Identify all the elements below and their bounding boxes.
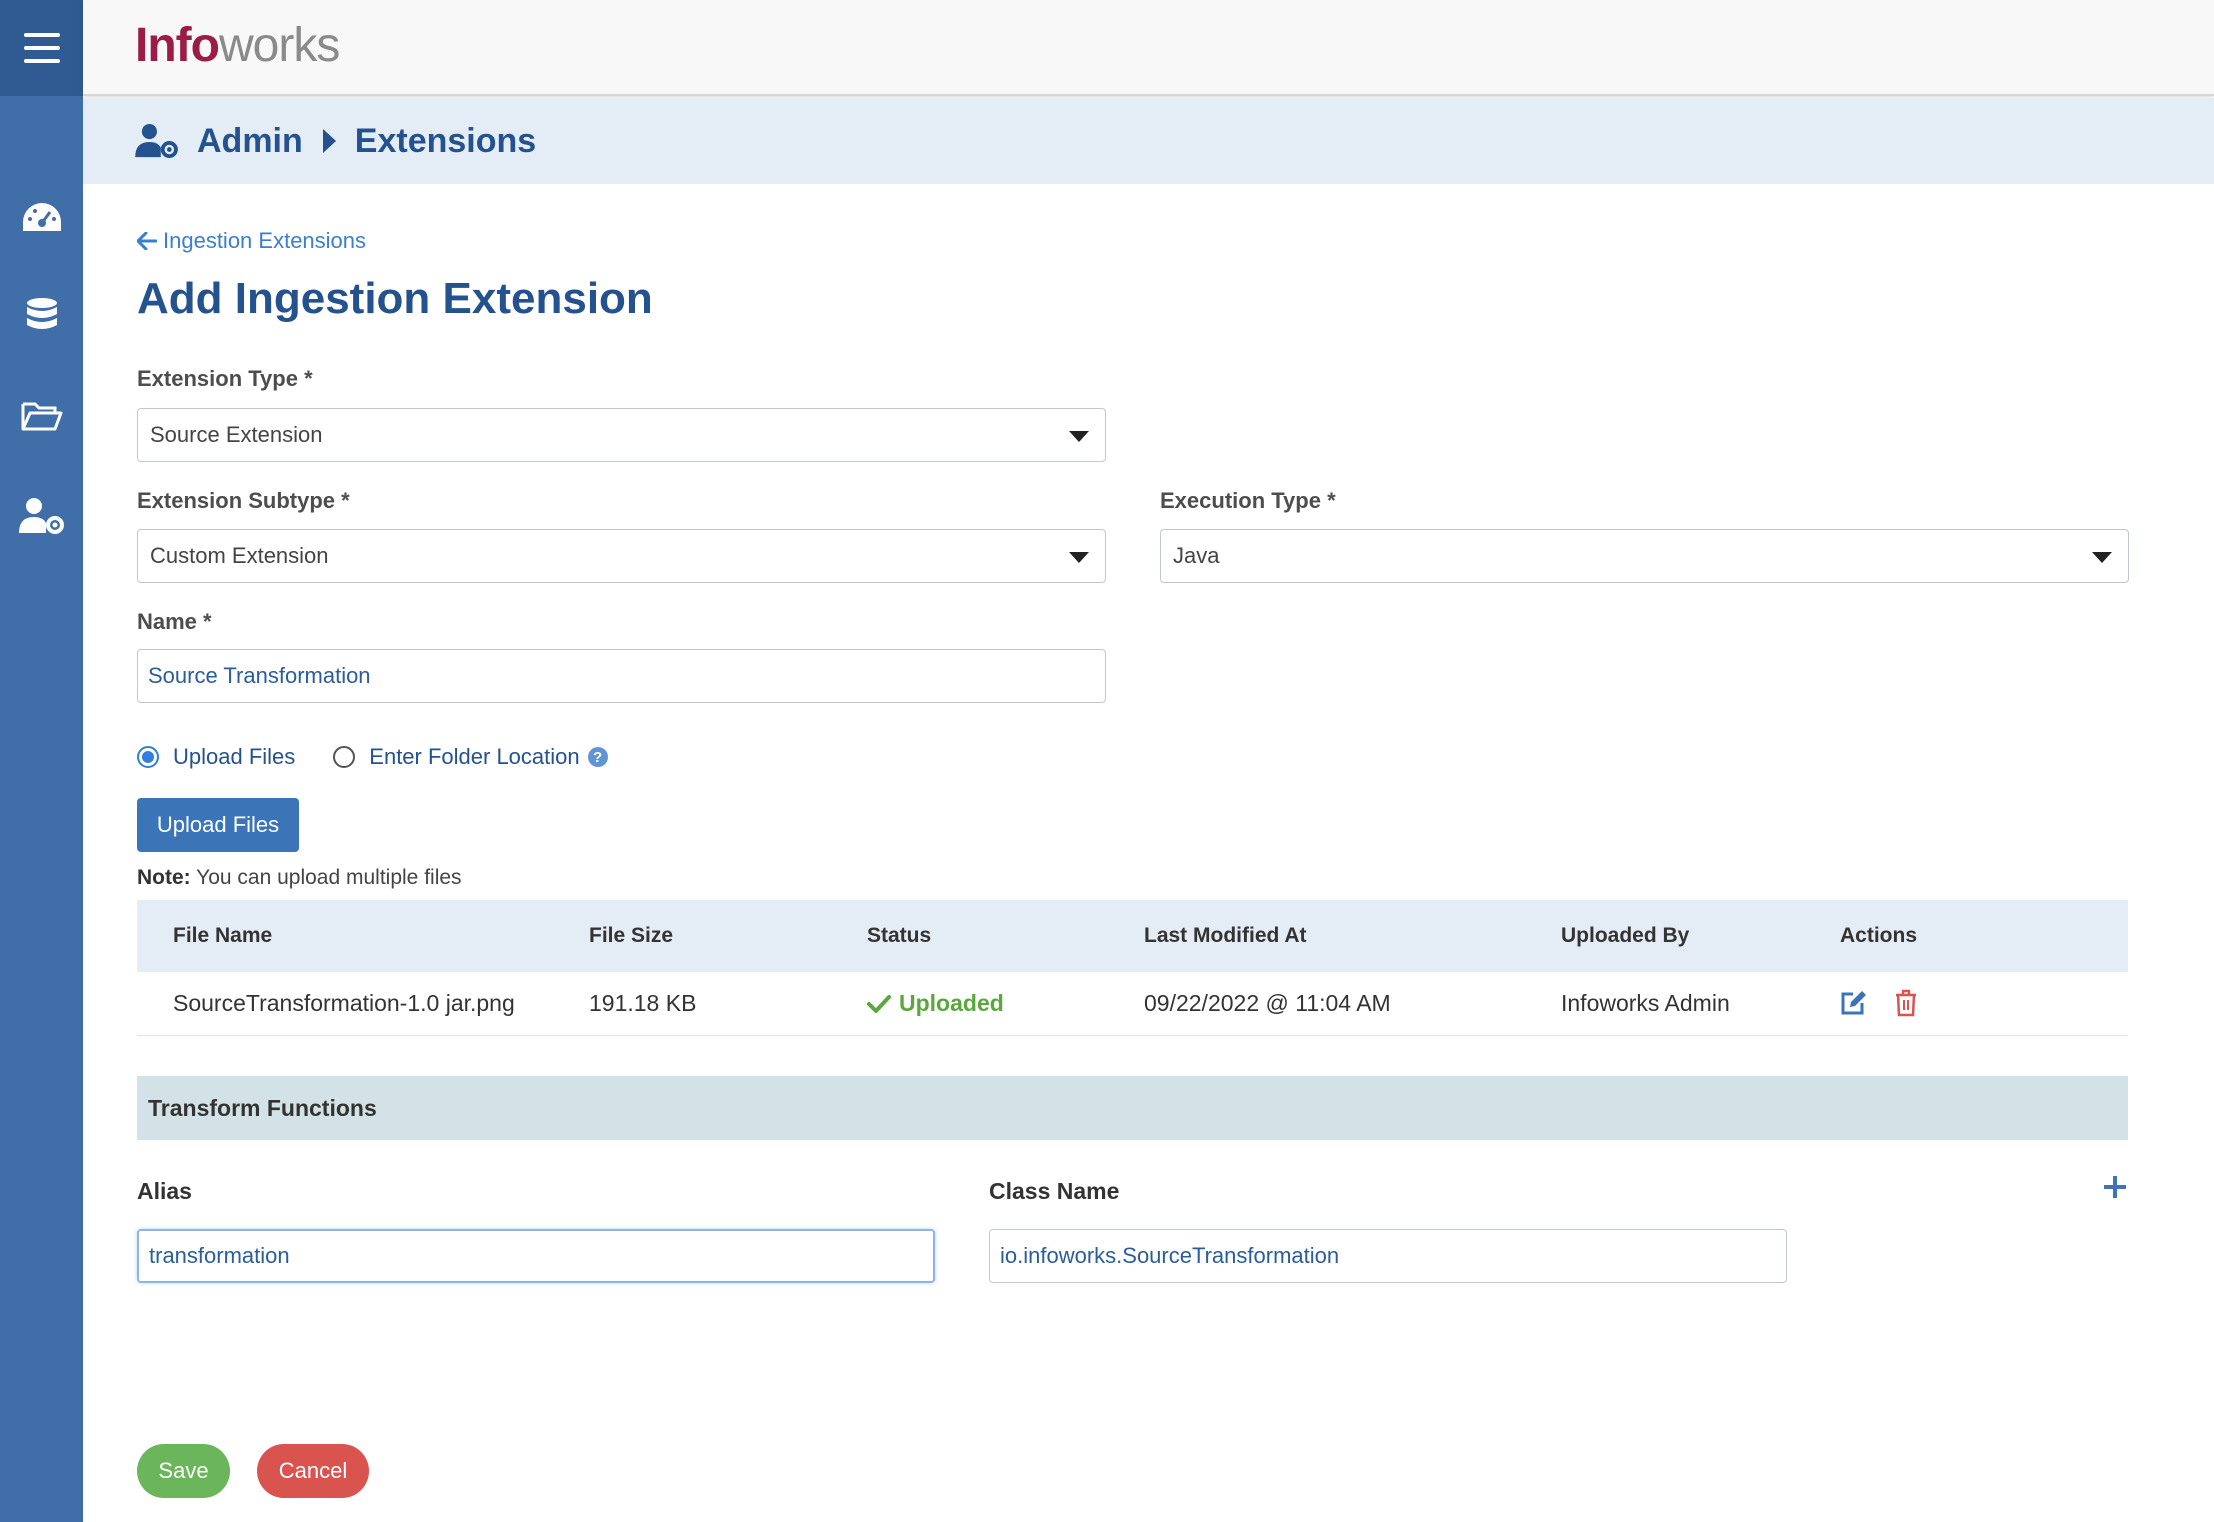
execution-type-select[interactable]: Java [1160, 529, 2129, 583]
breadcrumb-admin[interactable]: Admin [197, 122, 303, 161]
alias-input[interactable]: transformation [137, 1229, 935, 1283]
column-header-uploaded-by: Uploaded By [1561, 924, 1690, 947]
upload-files-radio-label[interactable]: Upload Files [173, 744, 295, 770]
table-header: File Name File Size Status Last Modified… [137, 900, 2128, 972]
class-name-column-label: Class Name [989, 1178, 1120, 1204]
caret-right-icon [322, 129, 336, 153]
page-title: Add Ingestion Extension [137, 274, 653, 323]
edit-button[interactable] [1840, 990, 1868, 1022]
admin-user-gear-icon [135, 123, 178, 159]
transform-functions-header: Transform Functions [137, 1076, 2128, 1140]
checkmark-icon [867, 994, 891, 1013]
edit-icon [1841, 991, 1866, 1015]
breadcrumb-extensions[interactable]: Extensions [355, 122, 536, 161]
file-name-cell: SourceTransformation-1.0 jar.png [173, 990, 515, 1016]
folder-location-radio[interactable] [333, 746, 356, 768]
execution-type-label: Execution Type * [1160, 488, 1336, 513]
sidebar [0, 0, 83, 1522]
file-size-cell: 191.18 KB [589, 990, 697, 1016]
upload-files-button[interactable]: Upload Files [137, 798, 299, 852]
chevron-down-icon [1069, 552, 1089, 563]
sidebar-item-dashboard[interactable] [0, 188, 83, 248]
save-button[interactable]: Save [137, 1444, 230, 1498]
extension-subtype-label: Extension Subtype * [137, 488, 350, 513]
extension-subtype-select[interactable]: Custom Extension [137, 529, 1106, 583]
upload-files-radio[interactable] [137, 746, 159, 768]
files-table: File Name File Size Status Last Modified… [137, 900, 2128, 1036]
last-modified-cell: 09/22/2022 @ 11:04 AM [1144, 990, 1391, 1016]
top-bar: Infoworks [83, 0, 2214, 96]
name-label: Name * [137, 609, 212, 634]
uploaded-by-cell: Infoworks Admin [1561, 990, 1730, 1016]
help-icon[interactable]: ? [587, 747, 608, 767]
plus-icon [2103, 1175, 2127, 1199]
sidebar-item-data-sources[interactable] [0, 286, 83, 346]
table-row: SourceTransformation-1.0 jar.png 191.18 … [137, 972, 2128, 1036]
column-header-status: Status [867, 924, 932, 947]
delete-button[interactable] [1894, 989, 1918, 1023]
upload-note: Note: You can upload multiple files [137, 866, 462, 889]
database-icon [26, 298, 57, 329]
chevron-down-icon [2092, 552, 2112, 563]
folder-location-radio-label[interactable]: Enter Folder Location [369, 744, 579, 770]
admin-user-gear-icon [18, 498, 64, 534]
column-header-actions: Actions [1840, 924, 1918, 947]
hamburger-icon [23, 33, 60, 63]
status-badge: Uploaded [867, 990, 1004, 1017]
sidebar-item-admin[interactable] [0, 486, 83, 546]
extension-type-select[interactable]: Source Extension [137, 408, 1106, 462]
menu-toggle-button[interactable] [0, 0, 83, 96]
cancel-button[interactable]: Cancel [257, 1444, 369, 1498]
back-link[interactable]: Ingestion Extensions [137, 228, 366, 254]
source-mode-radio-group: Upload Files Enter Folder Location ? [137, 744, 608, 770]
alias-column-label: Alias [137, 1178, 192, 1204]
column-header-file-name: File Name [173, 924, 273, 947]
dashboard-icon [22, 203, 61, 231]
infoworks-logo[interactable]: Infoworks [135, 18, 340, 73]
extension-type-label: Extension Type * [137, 366, 313, 391]
trash-icon [1896, 989, 1916, 1017]
arrow-left-icon [137, 232, 157, 250]
folder-open-icon [21, 402, 62, 431]
sidebar-item-files[interactable] [0, 386, 83, 446]
column-header-last-modified: Last Modified At [1144, 924, 1307, 947]
add-transform-function-button[interactable] [2103, 1168, 2127, 1204]
class-name-input[interactable]: io.infoworks.SourceTransformation [989, 1229, 1787, 1283]
name-input[interactable]: Source Transformation [137, 649, 1106, 703]
column-header-file-size: File Size [589, 924, 674, 947]
chevron-down-icon [1069, 431, 1089, 442]
breadcrumb: Admin Extensions [83, 98, 2214, 184]
